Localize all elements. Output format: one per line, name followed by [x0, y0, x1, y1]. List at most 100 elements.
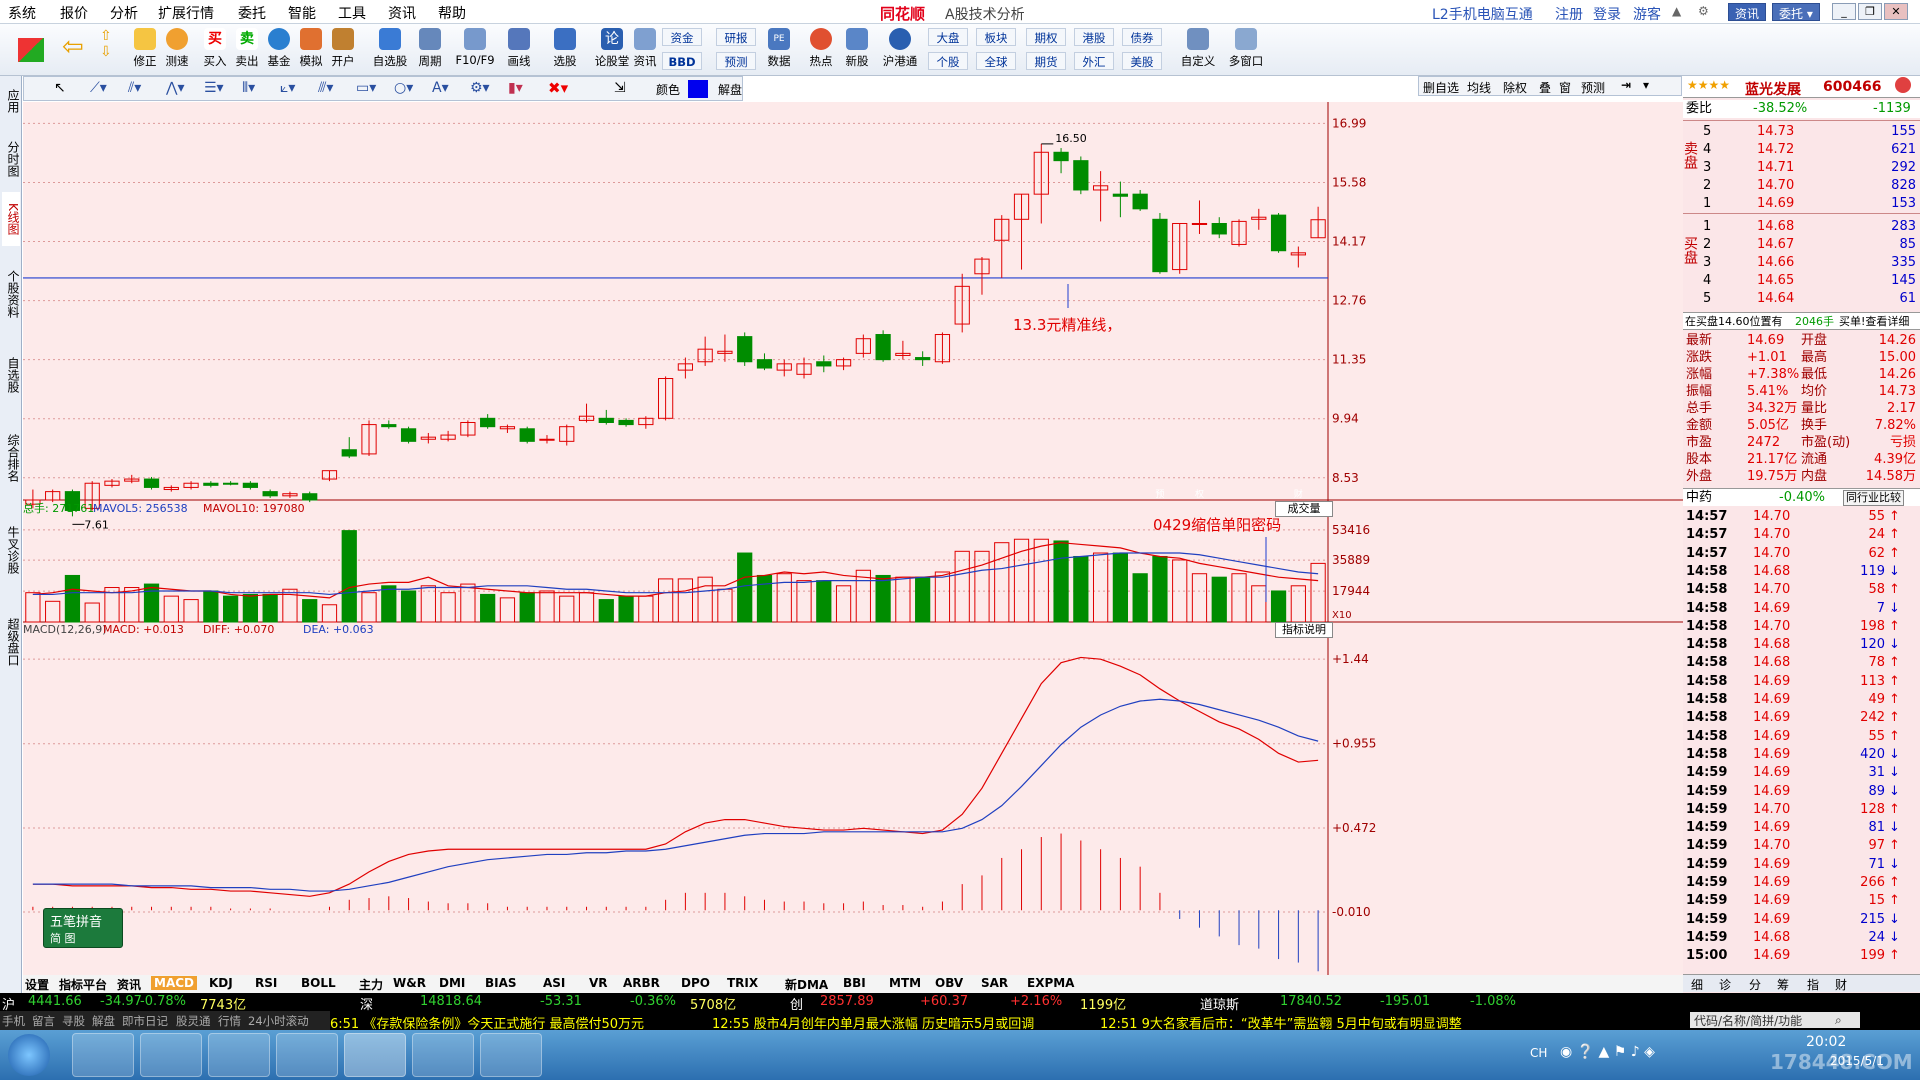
- toolbar-data[interactable]: PE 数据: [764, 28, 794, 69]
- toolbar-fix[interactable]: 修正: [130, 28, 160, 69]
- start-button[interactable]: [8, 1034, 50, 1076]
- indicator-tab-15[interactable]: TRIX: [727, 976, 758, 990]
- color-swatch[interactable]: [688, 80, 708, 98]
- text-tool-icon[interactable]: A▾: [432, 80, 449, 96]
- up-down-arrow-icon[interactable]: ⇧ ⇩: [100, 28, 118, 60]
- tab-finance[interactable]: 财: [1835, 976, 1847, 993]
- indicator-tab-11[interactable]: ASI: [543, 976, 565, 990]
- fib-tool-icon[interactable]: ☰▾: [204, 80, 224, 96]
- channel-tool-icon[interactable]: ⫻▾: [318, 80, 333, 96]
- indicator-tab-10[interactable]: BIAS: [485, 976, 517, 990]
- indicator-help-button[interactable]: 指标说明: [1275, 622, 1333, 638]
- bookmark-tool-icon[interactable]: ▮▾: [508, 80, 523, 96]
- indicator-tab-17[interactable]: BBI: [843, 976, 866, 990]
- mobile-sync-link[interactable]: L2手机电脑互通: [1432, 4, 1533, 24]
- ellipse-tool-icon[interactable]: ○▾: [394, 80, 413, 96]
- forecast-button[interactable]: 预测: [716, 52, 756, 70]
- menu-info[interactable]: 资讯: [388, 3, 416, 23]
- taskbar-app-media[interactable]: [276, 1033, 338, 1077]
- nav-kline[interactable]: K线图: [2, 192, 20, 246]
- window-button[interactable]: 窗: [1559, 79, 1571, 96]
- toolbar-sim[interactable]: 模拟: [296, 28, 326, 69]
- toolbar-period[interactable]: 周期: [415, 28, 445, 69]
- exright-button[interactable]: 除权: [1503, 79, 1527, 96]
- toolbar-sell[interactable]: 卖卖出: [232, 28, 262, 69]
- toolbar-f10[interactable]: F10/F9: [455, 28, 495, 67]
- tab-diagnose[interactable]: 诊: [1719, 976, 1731, 993]
- bond-button[interactable]: 债券: [1122, 28, 1162, 46]
- indicator-tab-4[interactable]: KDJ: [209, 976, 233, 990]
- logo-icon[interactable]: [18, 38, 44, 62]
- remove-watch-button[interactable]: 删自选: [1423, 79, 1459, 96]
- toolbar-pick[interactable]: 选股: [550, 28, 580, 69]
- indicator-tab-12[interactable]: VR: [589, 976, 608, 990]
- nav-app[interactable]: 应用: [2, 80, 20, 122]
- hk-stock-button[interactable]: 港股: [1074, 28, 1114, 46]
- industry-compare-button[interactable]: 同行业比较: [1843, 490, 1904, 506]
- tab-chips[interactable]: 筹: [1777, 976, 1789, 993]
- nav-ranking[interactable]: 综合排名: [2, 416, 20, 500]
- tab-split[interactable]: 分: [1749, 976, 1761, 993]
- indicator-tab-19[interactable]: OBV: [935, 976, 963, 990]
- indicator-tab-5[interactable]: RSI: [255, 976, 277, 990]
- menu-extended[interactable]: 扩展行情: [158, 3, 214, 23]
- ime-widget[interactable]: 五笔拼音 简 图: [43, 908, 123, 948]
- minimize-button[interactable]: _: [1832, 3, 1856, 20]
- menu-tools[interactable]: 工具: [338, 3, 366, 23]
- indicator-tab-21[interactable]: EXPMA: [1027, 976, 1074, 990]
- news-link-0[interactable]: 手机: [2, 1013, 25, 1029]
- indicator-tab-13[interactable]: ARBR: [623, 976, 660, 990]
- delete-tool-icon[interactable]: ✖▾: [548, 79, 568, 97]
- indicator-tab-9[interactable]: DMI: [439, 976, 465, 990]
- news-link-5[interactable]: 股灵通: [176, 1013, 211, 1029]
- toolbar-forum[interactable]: 论论股堂: [592, 28, 632, 69]
- kline-chart[interactable]: 16.99 15.58 14.17 12.76 11.35 9.94 8.53 16.50 7.…: [23, 102, 1683, 991]
- indicator-tab-14[interactable]: DPO: [681, 976, 710, 990]
- indicator-tab-8[interactable]: W&R: [393, 976, 426, 990]
- taskbar-app-tool[interactable]: [412, 1033, 474, 1077]
- market-button[interactable]: 大盘: [928, 28, 968, 46]
- news-link-7[interactable]: 24小时滚动: [248, 1013, 309, 1029]
- globe-icon[interactable]: [1895, 77, 1911, 93]
- settings-icon[interactable]: ⚙: [1698, 4, 1709, 18]
- news-link-6[interactable]: 行情: [218, 1013, 241, 1029]
- position-action[interactable]: 买单!查看详细: [1839, 313, 1909, 331]
- menu-smart[interactable]: 智能: [288, 3, 316, 23]
- toolbar-custom[interactable]: 自定义: [1178, 28, 1218, 69]
- stock-button[interactable]: 个股: [928, 52, 968, 70]
- tray-icons[interactable]: ◉ ❔ ▲ ⚑ ♪ ◈: [1560, 1044, 1655, 1060]
- tab-detail[interactable]: 细: [1691, 976, 1703, 993]
- indicator-tab-3[interactable]: MACD: [151, 976, 197, 990]
- nav-stock-profile[interactable]: 个股资料: [2, 252, 20, 336]
- gann-tool-icon[interactable]: ⟀▾: [280, 80, 295, 96]
- indicator-tab-0[interactable]: 设置: [25, 976, 49, 993]
- us-stock-button[interactable]: 美股: [1122, 52, 1162, 70]
- volume-dropdown[interactable]: 成交量: [1275, 501, 1333, 517]
- news-link-4[interactable]: 即市日记: [122, 1013, 168, 1029]
- fund-flow-button[interactable]: 资金: [662, 28, 702, 46]
- cursor-icon[interactable]: ↖: [54, 80, 66, 96]
- indicator-tab-1[interactable]: 指标平台: [59, 976, 107, 993]
- back-arrow-icon[interactable]: ⇦: [62, 34, 90, 62]
- taskbar-app-paint[interactable]: [480, 1033, 542, 1077]
- info-button[interactable]: 资讯: [1728, 3, 1767, 21]
- toolbar-account[interactable]: 开户: [328, 28, 358, 69]
- line-tool-icon[interactable]: ⟋▾: [90, 80, 107, 96]
- global-button[interactable]: 全球: [976, 52, 1016, 70]
- toolbar-fund[interactable]: 基金: [264, 28, 294, 69]
- nav-timeshare[interactable]: 分时图: [2, 132, 20, 186]
- overlay-button[interactable]: 叠: [1539, 79, 1551, 96]
- indicator-tab-16[interactable]: 新DMA: [785, 976, 828, 993]
- ma-button[interactable]: 均线: [1467, 79, 1491, 96]
- menu-analysis[interactable]: 分析: [110, 3, 138, 23]
- futures-button[interactable]: 期货: [1026, 52, 1066, 70]
- user-icon[interactable]: ▲: [1672, 4, 1681, 18]
- news-link-1[interactable]: 留言: [32, 1013, 55, 1029]
- toolbar-news[interactable]: 资讯: [630, 28, 660, 69]
- tab-index[interactable]: 指: [1807, 976, 1819, 993]
- menu-system[interactable]: 系统: [8, 3, 36, 23]
- indicator-tab-2[interactable]: 资讯: [117, 976, 141, 993]
- toolbar-buy[interactable]: 买买入: [200, 28, 230, 69]
- predict-button[interactable]: 预测: [1581, 79, 1605, 96]
- indicator-tab-18[interactable]: MTM: [889, 976, 921, 990]
